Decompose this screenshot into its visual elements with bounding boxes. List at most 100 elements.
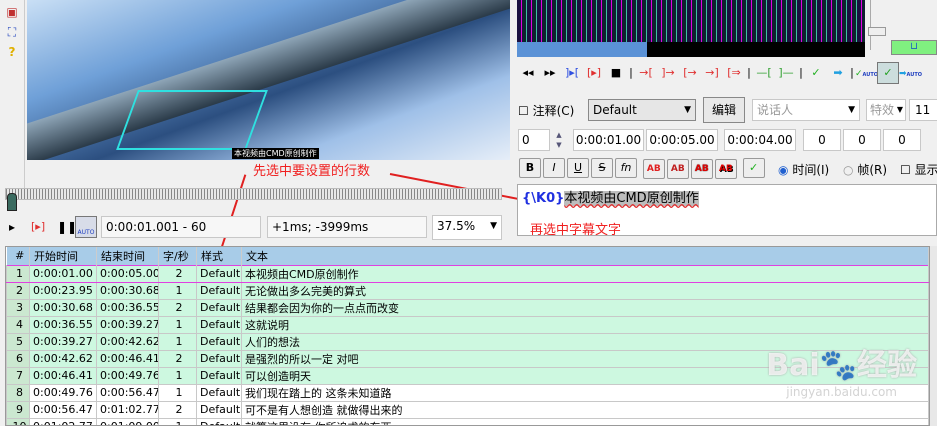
column-header[interactable]: 开始时间 (29, 247, 97, 265)
text-cell: 无论做出多么完美的算式 (241, 281, 929, 300)
video-seek-slider[interactable] (5, 188, 502, 200)
effect-placeholder: 特效 (870, 103, 895, 117)
secondary-color-button[interactable]: AB (666, 159, 689, 179)
auto-next-icon[interactable]: ✓ (877, 62, 899, 84)
strikeout-button[interactable]: S (591, 158, 613, 178)
table-row[interactable]: 2 0:00:23.95 0:00:30.68 1 Default 无论做出多么完美的算式 (6, 281, 929, 300)
end-time-cell: 0:00:49.76 (96, 366, 159, 385)
outline-color-button[interactable]: AB (690, 159, 713, 179)
table-row[interactable]: 4 0:00:36.55 0:00:39.27 1 Default 这就说明 (6, 315, 929, 334)
text-cell: 就算这里没有 你所追求的东西 (241, 417, 929, 425)
start-time-cell: 0:00:46.41 (29, 366, 97, 385)
commit-icon[interactable]: ✓ (805, 63, 827, 83)
shadow-color-button[interactable]: AB (714, 159, 737, 179)
lead-in-icon[interactable]: —[ (753, 63, 775, 83)
show-label: 显示 (914, 163, 937, 177)
end-time-cell: 0:00:39.27 (96, 315, 159, 334)
table-row[interactable]: 1 0:00:01.00 0:00:05.00 2 Default 本视频由CMD原创制作 (6, 264, 929, 283)
help-icon[interactable]: ? (4, 44, 20, 60)
italic-button[interactable]: I (543, 158, 565, 178)
column-header[interactable]: # (6, 247, 30, 265)
edit-style-button[interactable]: 编辑 (703, 97, 745, 123)
margin-right-field[interactable]: 0 (843, 129, 881, 151)
comment-checkbox[interactable]: ☐ 注释(C) (518, 102, 574, 119)
style-cell: Default (196, 281, 242, 300)
next-icon[interactable]: ➡ (827, 63, 849, 83)
auto-scroll-icon[interactable]: ➡AUTO (899, 64, 922, 85)
audio-mode-button[interactable]: ⊔ (891, 40, 937, 55)
prev-line-icon[interactable]: ◂◂ (517, 63, 539, 83)
text-cell: 可不是有人想创造 就做得出来的 (241, 400, 929, 419)
play-selection-icon[interactable]: ]▸[ (561, 63, 583, 83)
table-row[interactable]: 3 0:00:30.68 0:00:36.55 2 Default 结果都会因为你的一点点… (6, 298, 929, 317)
bold-button[interactable]: B (519, 158, 541, 178)
video-time-field[interactable]: 0:00:01.001 - 60 (101, 216, 261, 238)
end-time-cell: 0:00:46.41 (96, 349, 159, 368)
margin-left-field[interactable]: 0 (803, 129, 841, 151)
column-header[interactable]: 字/秒 (158, 247, 197, 265)
style-cell: Default (196, 383, 242, 402)
table-row[interactable]: 9 0:00:56.47 0:01:02.77 2 Default 可不是有人想创造 就做… (6, 400, 929, 419)
row-number-cell: 9 (6, 400, 30, 419)
video-controls: ▸ [▸] ❚❚ AUTO 0:00:01.001 - 60 +1ms; -39… (5, 215, 505, 240)
font-size-field[interactable]: 11 (909, 99, 937, 121)
comment-label: 注释(C) (532, 104, 575, 118)
play-after-start-icon[interactable]: ]→ (657, 63, 679, 83)
play-last-icon[interactable]: →] (701, 63, 723, 83)
start-time-field[interactable]: 0:00:01.00 (573, 129, 644, 151)
video-offset-field: +1ms; -3999ms (267, 216, 427, 238)
watermark-logo: Bai🐾经验 (766, 348, 917, 383)
column-header[interactable]: 结束时间 (96, 247, 159, 265)
style-cell: Default (196, 366, 242, 385)
play-icon[interactable]: ▸ (9, 220, 15, 234)
stop-icon[interactable]: ■ (605, 63, 627, 83)
play-after-icon[interactable]: [⇒ (723, 63, 745, 83)
zoom-select[interactable]: 37.5% ▼ (432, 215, 502, 240)
crop-icon[interactable]: ⛶ (4, 24, 20, 40)
start-time-cell: 0:00:36.55 (29, 315, 97, 334)
video-zoom-icon[interactable]: ▣ (4, 4, 20, 20)
audio-spectrum[interactable] (517, 0, 865, 42)
time-radio[interactable]: ◉ 时间(I) (778, 161, 829, 178)
actor-input[interactable]: 说话人 ▼ (752, 99, 860, 121)
next-line-icon[interactable]: ▸▸ (539, 63, 561, 83)
show-original-checkbox[interactable]: ☐ 显示 (900, 161, 937, 178)
effect-input[interactable]: 特效 ▼ (866, 99, 906, 121)
cps-cell: 1 (158, 281, 197, 300)
auto-scroll-button[interactable]: AUTO (75, 216, 97, 238)
layer-field[interactable]: 0 (518, 129, 550, 151)
duration-field[interactable]: 0:00:04.00 (724, 129, 796, 151)
auto-commit-icon[interactable]: ✓AUTO (855, 64, 878, 85)
play-line-icon[interactable]: [▸] (583, 63, 605, 83)
grid-scrollbar[interactable] (930, 246, 937, 426)
layer-spinner[interactable]: ▲ ▼ (552, 130, 566, 152)
start-time-cell: 0:00:23.95 (29, 281, 97, 300)
annotation-step1: 先选中要设置的行数 (253, 164, 371, 179)
margin-vertical-field[interactable]: 0 (883, 129, 921, 151)
commit-icon[interactable]: ✓ (742, 158, 765, 178)
video-display[interactable]: 本视频由CMD原创制作 (27, 0, 510, 160)
audio-scrollbar[interactable] (517, 42, 865, 57)
seek-thumb[interactable] (7, 193, 17, 211)
column-header[interactable]: 文本 (241, 247, 929, 265)
lead-out-icon[interactable]: ]— (775, 63, 797, 83)
play-before-icon[interactable]: →[ (635, 63, 657, 83)
column-header[interactable]: 样式 (196, 247, 242, 265)
end-time-field[interactable]: 0:00:05.00 (646, 129, 718, 151)
end-time-cell: 0:01:09.00 (96, 417, 159, 425)
start-time-cell: 0:00:56.47 (29, 400, 97, 419)
text-cell: 本视频由CMD原创制作 (241, 264, 929, 283)
row-number-cell: 5 (6, 332, 30, 351)
font-button[interactable]: fn (615, 158, 637, 178)
play-line-icon[interactable]: [▸] (31, 220, 45, 233)
primary-color-button[interactable]: AB (642, 159, 665, 179)
audio-volume-slider[interactable] (868, 0, 890, 50)
end-time-cell: 0:00:05.00 (96, 264, 159, 283)
frame-radio[interactable]: ○ 帧(R) (843, 161, 887, 178)
underline-button[interactable]: U (567, 158, 589, 178)
play-first-icon[interactable]: [→ (679, 63, 701, 83)
style-select[interactable]: Default ▼ (588, 99, 696, 121)
table-row[interactable]: 100:01:02.770:01:09.001Default就算这里没有 你所追… (6, 417, 929, 425)
actor-placeholder: 说话人 (757, 103, 794, 117)
override-tag: {\K0} (522, 191, 565, 206)
